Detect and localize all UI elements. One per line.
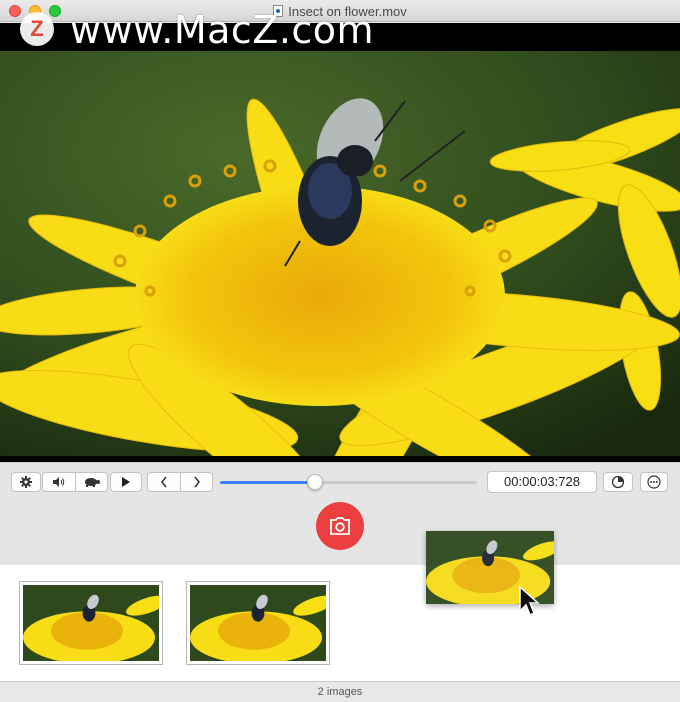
video-frame [0,51,680,456]
chevron-right-icon [193,476,200,488]
previous-frame-button[interactable] [148,473,180,491]
playback-slider[interactable] [220,474,477,490]
play-icon [122,477,130,487]
mouse-cursor-icon [519,585,540,617]
interval-button[interactable] [603,472,633,492]
ellipsis-icon [647,475,661,489]
controls-panel: 00:00:03:728 [0,462,680,565]
speed-button[interactable] [75,473,107,491]
chevron-left-icon [161,476,167,488]
camera-icon [330,517,350,535]
play-button[interactable] [110,472,142,492]
watermark-text: www.MacZ.com [70,8,375,52]
watermark: Z www.MacZ.com [20,8,374,52]
settings-button[interactable] [11,472,41,492]
volume-button[interactable] [43,473,75,491]
snapshot-gallery [0,565,680,681]
slider-knob[interactable] [307,474,324,490]
next-frame-button[interactable] [180,473,212,491]
snapshot-image [190,585,326,661]
snapshot-thumbnail[interactable] [186,581,330,665]
timer-icon [611,475,625,489]
snapshot-image [23,585,159,661]
snapshot-thumbnail[interactable] [19,581,163,665]
audio-speed-group [42,472,108,492]
more-button[interactable] [640,472,668,492]
capture-button[interactable] [316,502,364,550]
frame-step-group [147,472,213,492]
slider-progress [220,481,316,484]
speaker-icon [53,477,65,487]
turtle-icon [84,478,100,487]
gear-icon [20,476,32,488]
status-bar: 2 images [0,681,680,702]
timecode-field[interactable]: 00:00:03:728 [487,471,597,493]
video-player[interactable] [0,23,680,462]
watermark-logo: Z [20,12,54,46]
